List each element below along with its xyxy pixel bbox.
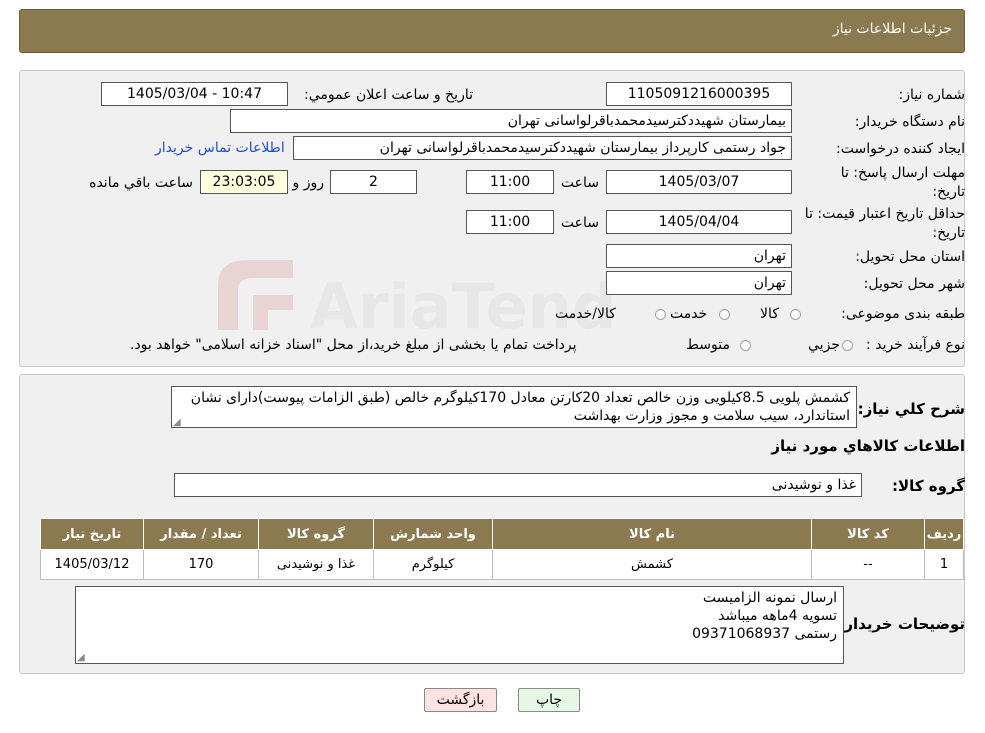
- buyer-notes-label: توضيحات خريدار:: [838, 615, 965, 633]
- print-button[interactable]: چاپ: [518, 688, 580, 712]
- process-minor-label: جزيي: [808, 337, 840, 353]
- row-number-cell: 1: [924, 549, 964, 580]
- time-remaining-field: 23:03:05: [200, 170, 288, 194]
- deadline-date-field: 1405/03/07: [606, 170, 792, 194]
- goods-group-label: گروه كالا:: [892, 477, 965, 495]
- city-label: شهر محل تحويل:: [863, 276, 965, 292]
- process-note: پرداخت تمام یا بخشی از مبلغ خرید،از محل …: [130, 337, 577, 353]
- category-goods-service-label: كالا/خدمت: [555, 306, 616, 322]
- col-quantity-header: تعداد / مقدار: [143, 518, 259, 550]
- category-goods-label: كالا: [760, 306, 779, 322]
- table-row: 1 -- کشمش کیلوگرم غذا و نوشیدنی 170 1405…: [40, 549, 964, 580]
- buyer-notes-line: رستمی 09371068937: [692, 626, 837, 642]
- creator-label: ايجاد كننده درخواست:: [836, 141, 965, 157]
- item-code-cell: --: [811, 549, 925, 580]
- col-name-header: نام كالا: [492, 518, 812, 550]
- category-service-label: خدمت: [670, 306, 708, 322]
- process-medium-radio[interactable]: [740, 340, 751, 351]
- days-remaining-field: 2: [330, 170, 417, 194]
- buyer-org-field: بیمارستان شهیددکترسیدمحمدباقرلواسانی تهر…: [230, 109, 792, 133]
- deadline-label: مهلت ارسال پاسخ: تا: [840, 165, 965, 181]
- table-header-row: رديف كد كالا نام كالا واحد شمارش گروه كا…: [40, 518, 964, 550]
- page-title: جزئیات اطلاعات نیاز: [832, 21, 952, 37]
- goods-group-field: غذا و نوشیدنی: [174, 473, 862, 497]
- validity-time-label: ساعت: [560, 215, 599, 231]
- category-service-radio[interactable]: [719, 309, 730, 320]
- validity-date-field: 1405/04/04: [606, 210, 792, 234]
- buyer-contact-link[interactable]: اطلاعات تماس خريدار: [155, 140, 285, 156]
- col-unit-header: واحد شمارش: [373, 518, 493, 550]
- description-textarea: کشمش پلویی 8.5کیلویی وزن خالص تعداد 20کا…: [171, 386, 857, 428]
- quantity-cell: 170: [143, 549, 259, 580]
- validity-label: حداقل تاريخ اعتبار قيمت: تا: [804, 206, 965, 222]
- goods-info-title: اطلاعات كالاهاي مورد نياز: [771, 437, 965, 455]
- buyer-org-label: نام دستگاه خريدار:: [854, 114, 965, 130]
- need-date-cell: 1405/03/12: [40, 549, 144, 580]
- goods-table: رديف كد كالا نام كالا واحد شمارش گروه كا…: [40, 518, 964, 580]
- col-code-header: كد كالا: [811, 518, 925, 550]
- col-row-header: رديف: [924, 518, 964, 550]
- page-header: جزئیات اطلاعات نیاز: [19, 9, 965, 53]
- group-cell: غذا و نوشیدنی: [258, 549, 374, 580]
- province-label: استان محل تحويل:: [855, 249, 965, 265]
- announce-datetime-field: 1405/03/04 - 10:47: [101, 82, 288, 106]
- item-name-cell: کشمش: [492, 549, 812, 580]
- need-number-label: شماره نیاز:: [898, 87, 966, 103]
- process-medium-label: متوسط: [686, 337, 730, 353]
- creator-field: جواد رستمی کارپرداز بیمارستان شهیددکترسی…: [293, 136, 792, 160]
- announce-datetime-label: تاریخ و ساعت اعلان عمومي:: [304, 87, 473, 103]
- watermark-logo-icon: AriaTender.neT: [218, 260, 832, 343]
- watermark: AriaTender.neT: [198, 250, 832, 350]
- buyer-notes-textarea: ارسال نمونه الزامیست تسویه 4ماهه میباشد …: [75, 586, 844, 664]
- resize-handle-icon: ◢: [173, 417, 181, 428]
- process-minor-radio[interactable]: [842, 340, 853, 351]
- buyer-notes-line: تسویه 4ماهه میباشد: [718, 608, 837, 624]
- description-label: شرح كلي نياز:: [857, 400, 965, 418]
- col-date-header: تاريخ نياز: [40, 518, 144, 550]
- province-field: تهران: [606, 244, 792, 268]
- col-group-header: گروه كالا: [258, 518, 374, 550]
- buyer-notes-line: ارسال نمونه الزامیست: [702, 590, 837, 606]
- need-number-field: 1105091216000395: [606, 82, 792, 106]
- days-label: روز و: [292, 175, 325, 191]
- category-goods-service-radio[interactable]: [655, 309, 666, 320]
- resize-handle-icon: ◢: [77, 652, 85, 663]
- process-type-label: نوع فرآيند خريد :: [866, 337, 965, 353]
- category-goods-radio[interactable]: [790, 309, 801, 320]
- deadline-time-label: ساعت: [560, 175, 599, 191]
- time-remaining-label: ساعت باقي مانده: [89, 175, 193, 191]
- validity-label-date: تاريخ:: [932, 225, 965, 241]
- description-text: کشمش پلویی 8.5کیلویی وزن خالص تعداد 20کا…: [190, 390, 850, 424]
- deadline-time-field: 11:00: [466, 170, 554, 194]
- unit-cell: کیلوگرم: [373, 549, 493, 580]
- city-field: تهران: [606, 271, 792, 295]
- deadline-label-date: تاريخ:: [932, 184, 965, 200]
- back-button[interactable]: بازگشت: [424, 688, 497, 712]
- validity-time-field: 11:00: [466, 210, 554, 234]
- category-label: طبقه بندی موضوعی:: [841, 306, 965, 322]
